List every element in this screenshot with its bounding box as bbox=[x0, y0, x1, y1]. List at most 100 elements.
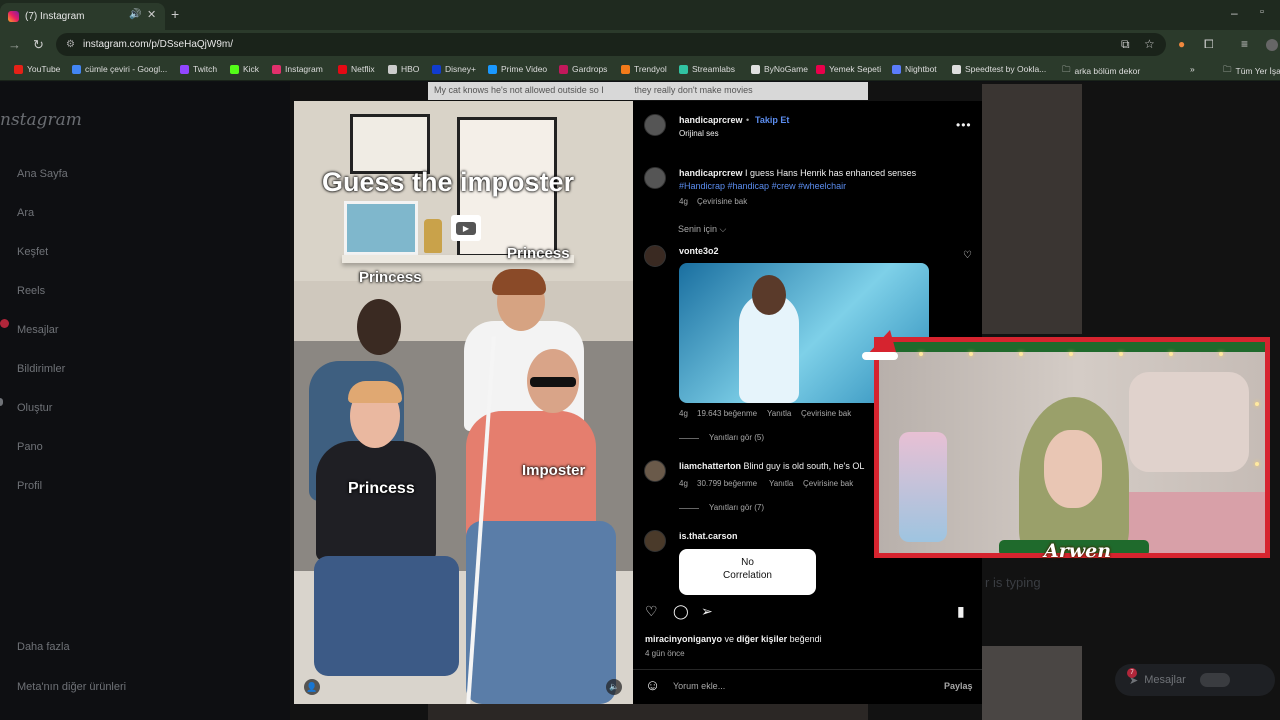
reply-link[interactable]: Yanıtla bbox=[769, 479, 793, 488]
caption-hashtags[interactable]: #Handicrap #handicap #crew #wheelchair bbox=[679, 181, 846, 191]
bookmark-label: Speedtest by Ookla... bbox=[965, 64, 1047, 74]
comment-likes[interactable]: 19.643 beğenme bbox=[697, 409, 757, 418]
cam-streamer-face bbox=[1044, 430, 1102, 508]
forward-icon[interactable]: → bbox=[8, 37, 21, 52]
new-tab-icon[interactable]: + bbox=[171, 6, 179, 22]
comment-image-no-correlation[interactable]: No Correlation bbox=[679, 549, 816, 595]
sidebar-item-explore[interactable]: Keşfet bbox=[17, 246, 48, 258]
messages-button[interactable]: 7 ➤ Mesajlar bbox=[1115, 664, 1275, 696]
sidebar-item-messages[interactable]: Mesajlar bbox=[17, 324, 59, 336]
caption-translate-link[interactable]: Çevirisine bak bbox=[697, 197, 747, 206]
bookmark-folder-arka[interactable]: 🗀 arka bölüm dekor bbox=[1062, 64, 1140, 78]
like-icon[interactable]: ♡ bbox=[645, 603, 658, 620]
tab-title: (7) Instagram bbox=[25, 11, 85, 22]
comment-avatar[interactable] bbox=[644, 530, 666, 552]
reload-icon[interactable]: ↻ bbox=[33, 37, 44, 53]
person-front-hair bbox=[348, 381, 402, 403]
comment-likes[interactable]: 30.799 beğenme bbox=[697, 479, 757, 488]
bookmark-item[interactable]: Disney+ bbox=[432, 64, 476, 74]
comment-avatar[interactable] bbox=[644, 245, 666, 267]
view-replies-link[interactable]: Yanıtları gör (7) bbox=[709, 503, 764, 512]
sidebar-item-more[interactable]: Daha fazla bbox=[17, 641, 70, 653]
messages-badge bbox=[0, 319, 9, 328]
minimize-icon[interactable]: – bbox=[1231, 6, 1238, 20]
extensions-puzzle-icon[interactable]: ⧠ bbox=[1204, 37, 1214, 52]
view-replies-link[interactable]: Yanıtları gör (5) bbox=[709, 433, 764, 442]
profile-avatar[interactable] bbox=[1266, 39, 1278, 51]
comment-username[interactable]: vonte3o2 bbox=[679, 246, 719, 256]
bookmark-item[interactable]: cümle çeviri - Googl... bbox=[72, 64, 167, 74]
comment-avatar[interactable] bbox=[644, 460, 666, 482]
reply-link[interactable]: Yanıtla bbox=[767, 409, 791, 418]
url-field[interactable]: ⚙ instagram.com/p/DSseHaQjW9m/ bbox=[56, 33, 1166, 56]
emoji-icon[interactable]: ☺ bbox=[645, 677, 660, 694]
bookmark-label: Streamlabs bbox=[692, 64, 735, 74]
comment-age: 4g bbox=[679, 409, 688, 418]
comment-username[interactable]: is.that.carson bbox=[679, 531, 738, 541]
sidebar-item-dashboard[interactable]: Pano bbox=[17, 441, 43, 453]
bookmark-item[interactable]: Speedtest by Ookla... bbox=[952, 64, 1046, 74]
like-comment-icon[interactable]: ♡ bbox=[963, 250, 972, 261]
mute-icon[interactable]: 🔈 bbox=[606, 679, 622, 695]
bookmark-item[interactable]: Instagram bbox=[272, 64, 323, 74]
media-control-icon[interactable]: ≡ bbox=[1241, 37, 1248, 51]
bookmark-item[interactable]: Twitch bbox=[180, 64, 217, 74]
speaker-icon[interactable]: 🔊 bbox=[129, 9, 141, 20]
bookmark-label: Netflix bbox=[351, 64, 375, 74]
bookmark-item[interactable]: Gardrops bbox=[559, 64, 607, 74]
liked-by-user[interactable]: miracinyoniganyo bbox=[645, 634, 722, 644]
site-settings-icon[interactable]: ⚙ bbox=[66, 39, 75, 50]
comment-icon[interactable]: ◯ bbox=[673, 603, 689, 620]
sidebar-item-profile[interactable]: Profil bbox=[17, 480, 42, 492]
bookmarks-overflow-icon[interactable]: » bbox=[1190, 64, 1195, 74]
caption-username[interactable]: handicaprcrew bbox=[679, 168, 743, 178]
tagged-user-icon[interactable]: 👤 bbox=[304, 679, 320, 695]
restore-icon[interactable]: ▫ bbox=[1260, 6, 1264, 18]
save-icon[interactable]: ▮ bbox=[957, 603, 965, 620]
author-avatar[interactable] bbox=[644, 114, 666, 136]
bookmark-folder-all[interactable]: 🗀 Tüm Yer İşa bbox=[1223, 64, 1280, 78]
bookmark-item[interactable]: Trendyol bbox=[621, 64, 667, 74]
sidebar-item-reels[interactable]: Reels bbox=[17, 285, 45, 297]
light-icon bbox=[1019, 352, 1023, 356]
comment-username[interactable]: liamchatterton bbox=[679, 461, 741, 471]
bookmark-item[interactable]: Streamlabs bbox=[679, 64, 735, 74]
bookmark-item[interactable]: Kick bbox=[230, 64, 259, 74]
instagram-favicon-icon bbox=[8, 11, 19, 22]
caption-avatar[interactable] bbox=[644, 167, 666, 189]
bookmark-item[interactable]: Yemek Sepeti bbox=[816, 64, 881, 74]
bookmark-favicon-icon bbox=[816, 64, 825, 74]
comment-translate-link[interactable]: Çevirisine bak bbox=[803, 479, 853, 488]
instagram-logo[interactable]: nstagram bbox=[0, 110, 82, 130]
install-app-icon[interactable]: ⧉ bbox=[1121, 37, 1130, 52]
bookmark-item[interactable]: YouTube bbox=[14, 64, 60, 74]
sidebar-item-meta[interactable]: Meta'nın diğer ürünleri bbox=[17, 681, 126, 693]
background-feed-image-2 bbox=[982, 646, 1082, 720]
extension-icon[interactable]: ● bbox=[1178, 37, 1185, 51]
author-username[interactable]: handicaprcrew bbox=[679, 115, 743, 125]
share-icon[interactable]: ➢ bbox=[701, 603, 713, 620]
close-tab-icon[interactable]: ✕ bbox=[147, 8, 156, 21]
bookmark-item[interactable]: Netflix bbox=[338, 64, 375, 74]
audio-label[interactable]: Orijinal ses bbox=[679, 129, 719, 138]
bookmark-item[interactable]: HBO bbox=[388, 64, 419, 74]
dot-separator: • bbox=[746, 115, 750, 125]
more-options-icon[interactable]: ••• bbox=[956, 118, 972, 132]
bookmark-item[interactable]: Nightbot bbox=[892, 64, 937, 74]
bookmark-item[interactable]: Prime Video bbox=[488, 64, 547, 74]
reel-video[interactable]: ▶ Guess the imposter Princess Princess P… bbox=[294, 101, 633, 704]
sidebar-item-home[interactable]: Ana Sayfa bbox=[17, 168, 68, 180]
comment-input[interactable]: Yorum ekle... bbox=[673, 681, 725, 691]
comment-translate-link[interactable]: Çevirisine bak bbox=[801, 409, 851, 418]
liked-by-others[interactable]: diğer kişiler bbox=[737, 634, 788, 644]
comment-sort-dropdown[interactable]: Senin için ⌵ bbox=[678, 224, 726, 235]
follow-button[interactable]: Takip Et bbox=[755, 115, 789, 125]
sidebar-item-notifications[interactable]: Bildirimler bbox=[17, 363, 65, 375]
bookmark-item[interactable]: ByNoGame bbox=[751, 64, 808, 74]
sidebar-item-create[interactable]: Oluştur bbox=[17, 402, 52, 414]
bookmark-star-icon[interactable]: ☆ bbox=[1144, 37, 1155, 51]
bookmark-favicon-icon bbox=[432, 64, 441, 74]
browser-tab[interactable]: (7) Instagram 🔊 ✕ bbox=[0, 3, 165, 30]
post-comment-button[interactable]: Paylaş bbox=[944, 681, 973, 691]
sidebar-item-search[interactable]: Ara bbox=[17, 207, 34, 219]
